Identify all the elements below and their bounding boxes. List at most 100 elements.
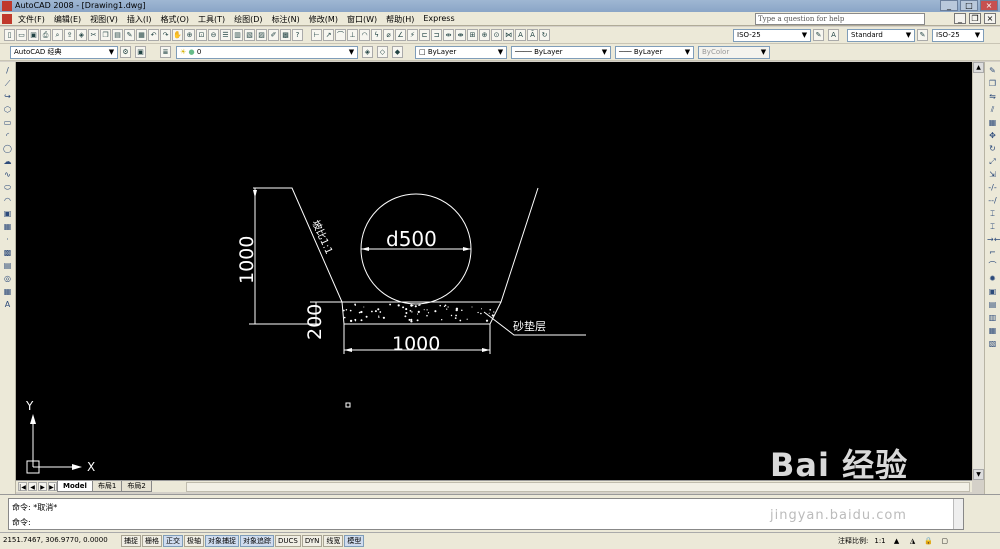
- tablestyle-select[interactable]: ISO-25 ▼: [932, 29, 984, 42]
- bring-front-icon[interactable]: ▤: [987, 299, 998, 310]
- dimstyle-manager-icon[interactable]: ✎: [813, 29, 824, 41]
- doc-close-button[interactable]: ×: [984, 13, 996, 24]
- textstyle-icon[interactable]: A: [828, 29, 839, 41]
- menu-item[interactable]: 修改(M): [309, 14, 338, 25]
- make-current-layer-icon[interactable]: ◈: [362, 46, 373, 58]
- open-icon[interactable]: ▭: [16, 29, 27, 41]
- make-block-icon[interactable]: ▦: [2, 221, 13, 232]
- jogged-linear-icon[interactable]: ⋈: [503, 29, 514, 41]
- workspace-lock-icon[interactable]: ▣: [135, 46, 146, 58]
- menu-item[interactable]: 文件(F): [18, 14, 45, 25]
- tab-model[interactable]: Model: [57, 481, 93, 492]
- print-icon[interactable]: ⎙: [40, 29, 51, 41]
- dim-update-icon[interactable]: ↻: [539, 29, 550, 41]
- table-icon[interactable]: ▦: [2, 286, 13, 297]
- block-editor-icon[interactable]: ▦: [136, 29, 147, 41]
- markup-icon[interactable]: ✐: [268, 29, 279, 41]
- menu-item[interactable]: 插入(I): [127, 14, 152, 25]
- plot-preview-icon[interactable]: ⌕: [52, 29, 63, 41]
- send-back-icon[interactable]: ▥: [987, 312, 998, 323]
- undo-icon[interactable]: ↶: [148, 29, 159, 41]
- move-icon[interactable]: ✥: [987, 130, 998, 141]
- line-icon[interactable]: /: [2, 65, 13, 76]
- gradient-icon[interactable]: ▤: [2, 260, 13, 271]
- publish-icon[interactable]: ⇪: [64, 29, 75, 41]
- copy-object-icon[interactable]: ❐: [987, 78, 998, 89]
- fillet-icon[interactable]: ⌒: [987, 260, 998, 271]
- help-search-input[interactable]: Type a question for help: [755, 13, 925, 25]
- rectangle-icon[interactable]: ▭: [2, 117, 13, 128]
- minimize-button[interactable]: _: [940, 0, 958, 11]
- explode-icon[interactable]: ✹: [987, 273, 998, 284]
- insert-block-icon[interactable]: ▣: [2, 208, 13, 219]
- radius-icon[interactable]: ◠: [359, 29, 370, 41]
- jogged-icon[interactable]: ϟ: [371, 29, 382, 41]
- menu-item[interactable]: 编辑(E): [54, 14, 81, 25]
- 3d-dwf-icon[interactable]: ◈: [76, 29, 87, 41]
- lineweight-select[interactable]: ─── ByLayer ▼: [615, 46, 694, 59]
- quick-dim-icon[interactable]: ⚡: [407, 29, 418, 41]
- sheet-set-icon[interactable]: ▨: [256, 29, 267, 41]
- new-icon[interactable]: ▯: [4, 29, 15, 41]
- scale-icon[interactable]: ⤢: [987, 156, 998, 167]
- drawing-canvas[interactable]: d500 1000 砂垫层 1000 200 坡比1:1 Y X: [16, 62, 972, 480]
- polygon-icon[interactable]: ⬡: [2, 104, 13, 115]
- next-tab-icon[interactable]: ▶: [38, 482, 47, 491]
- multiline-text-icon[interactable]: A: [2, 299, 13, 310]
- extend-icon[interactable]: --/: [987, 195, 998, 206]
- center-mark-icon[interactable]: ⊕: [479, 29, 490, 41]
- region-icon[interactable]: ◎: [2, 273, 13, 284]
- break-at-point-icon[interactable]: ⌶: [987, 208, 998, 219]
- color-select[interactable]: □ ByLayer ▼: [415, 46, 507, 59]
- close-button[interactable]: ×: [980, 0, 998, 11]
- circle-icon[interactable]: ◯: [2, 143, 13, 154]
- chamfer-icon[interactable]: ⌐: [987, 247, 998, 258]
- status-toggle-button[interactable]: 对象捕捉: [205, 535, 239, 547]
- tool-palettes-icon[interactable]: ▧: [244, 29, 255, 41]
- status-toggle-button[interactable]: 极轴: [184, 535, 204, 547]
- send-under-icon[interactable]: ▧: [987, 338, 998, 349]
- menu-item[interactable]: 格式(O): [160, 14, 189, 25]
- dim-edit-icon[interactable]: A: [515, 29, 526, 41]
- cut-icon[interactable]: ✂: [88, 29, 99, 41]
- continue-icon[interactable]: ⊐: [431, 29, 442, 41]
- ellipse-icon[interactable]: ⬭: [2, 182, 13, 193]
- dim-text-edit-icon[interactable]: Ā: [527, 29, 538, 41]
- linetype-select[interactable]: ──── ByLayer ▼: [511, 46, 611, 59]
- menu-item[interactable]: 视图(V): [90, 14, 118, 25]
- arc-icon[interactable]: ◜: [2, 130, 13, 141]
- tab-layout2[interactable]: 布局2: [121, 481, 152, 492]
- auto-scale-icon[interactable]: ◮: [908, 536, 918, 546]
- prev-tab-icon[interactable]: ◀: [28, 482, 37, 491]
- status-toggle-button[interactable]: 模型: [344, 535, 365, 547]
- layer-select[interactable]: ☀ ● 0 ▼: [176, 46, 358, 59]
- menu-item[interactable]: 标注(N): [272, 14, 300, 25]
- stretch-icon[interactable]: ⇲: [987, 169, 998, 180]
- diameter-icon[interactable]: ⌀: [383, 29, 394, 41]
- polyline-icon[interactable]: ↪: [2, 91, 13, 102]
- textstyle-select[interactable]: Standard ▼: [847, 29, 915, 42]
- trim-icon[interactable]: -/-: [987, 182, 998, 193]
- design-center-icon[interactable]: ▥: [232, 29, 243, 41]
- erase-icon[interactable]: ✎: [987, 65, 998, 76]
- paste-icon[interactable]: ▤: [112, 29, 123, 41]
- draw-order-icon[interactable]: ▣: [987, 286, 998, 297]
- status-toggle-button[interactable]: 捕捉: [121, 535, 141, 547]
- doc-minimize-button[interactable]: _: [954, 13, 966, 24]
- arc-length-icon[interactable]: ⌒: [335, 29, 346, 41]
- scroll-up-arrow-icon[interactable]: ▲: [973, 62, 984, 73]
- copy-icon[interactable]: ❐: [100, 29, 111, 41]
- document-icon[interactable]: [2, 14, 12, 24]
- linear-dim-icon[interactable]: ⊢: [311, 29, 322, 41]
- vertical-scrollbar[interactable]: ▲ ▼: [972, 62, 984, 480]
- zoom-realtime-icon[interactable]: ⊕: [184, 29, 195, 41]
- status-toggle-button[interactable]: 线宽: [323, 535, 344, 547]
- tablestyle-icon[interactable]: ✎: [917, 29, 928, 41]
- status-toggle-button[interactable]: 栅格: [142, 535, 162, 547]
- angular-icon[interactable]: ∠: [395, 29, 406, 41]
- coordinate-readout[interactable]: 2151.7467, 306.9770, 0.0000: [3, 536, 108, 544]
- pan-icon[interactable]: ✋: [172, 29, 183, 41]
- clean-screen-icon[interactable]: ▢: [940, 536, 950, 546]
- command-scrollbar[interactable]: [953, 499, 963, 529]
- scroll-down-arrow-icon[interactable]: ▼: [973, 469, 984, 480]
